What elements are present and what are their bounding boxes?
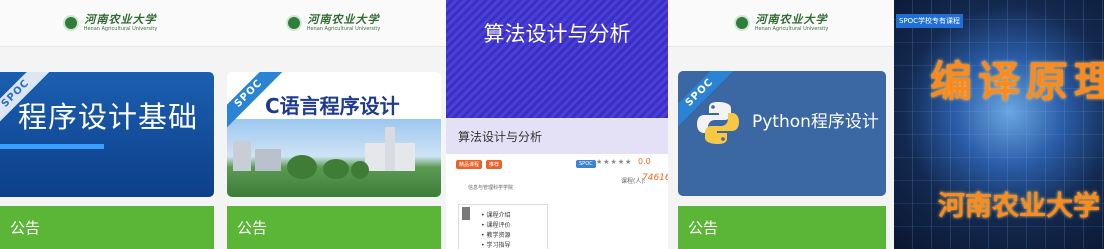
course-card-algorithms[interactable]: 算法设计与分析 算法设计与分析 精品课程 推荐 SPOC ★★★★★ 0.0 课… (446, 0, 668, 249)
course-cover[interactable]: SPOC C语言程序设计 (227, 72, 441, 197)
tree (287, 155, 317, 179)
course-cover[interactable]: SPOC Python程序设计 (678, 71, 886, 196)
course-title: 程序设计基础 (18, 100, 199, 134)
logo-english: Henan Agricultural University (306, 26, 381, 32)
notice-button[interactable]: 公告 (227, 206, 441, 249)
school-name: 信息与管理科学学院 (468, 185, 514, 191)
university-logo: 河南农业大学 Henan Agricultural University (733, 13, 829, 32)
course-card-compiler[interactable]: SPOC学校专有课程 编译原理 河南农业大学 (894, 0, 1104, 249)
logo-english: Henan Agricultural University (754, 26, 829, 32)
logo-chinese: 河南农业大学 (84, 13, 157, 26)
university-seal-icon (733, 15, 750, 31)
menu-item[interactable]: 课程评价 (481, 221, 510, 231)
university-logo: 河南农业大学 Henan Agricultural University (62, 13, 158, 32)
university-seal-icon (62, 15, 79, 31)
logo-english: Henan Agricultural University (83, 26, 158, 32)
course-cover[interactable]: SPOC 程序设计基础 (0, 72, 214, 197)
notice-button[interactable]: 公告 (0, 206, 214, 249)
book-icon (462, 207, 470, 220)
notice-button[interactable]: 公告 (678, 206, 886, 249)
school-name: 河南农业大学 (938, 191, 1100, 222)
tag: 推荐 (486, 160, 503, 169)
course-menu: 课程介绍 课程评价 教学资源 学习指导 (458, 204, 548, 249)
logo-chinese: 河南农业大学 (755, 13, 828, 26)
course-card-c-language[interactable]: 河南农业大学 Henan Agricultural University SPO… (220, 0, 446, 249)
tree (323, 159, 349, 179)
star-rating-icon: ★★★★★ (596, 158, 633, 166)
banner-title: 算法设计与分析 (483, 22, 631, 46)
menu-item[interactable]: 课程介绍 (481, 211, 510, 221)
university-header: 河南农业大学 Henan Agricultural University (220, 0, 446, 47)
university-seal-icon (285, 15, 302, 31)
campus-photo (227, 119, 441, 197)
rating-score: 0.0 (638, 157, 651, 166)
campus-building (255, 149, 281, 171)
python-logo-icon (697, 102, 739, 144)
campus-building (233, 141, 251, 171)
university-header: 河南农业大学 Henan Agricultural University (668, 0, 894, 47)
menu-item[interactable]: 教学资源 (481, 231, 510, 241)
decorative-stripe (0, 144, 104, 149)
menu-item[interactable]: 学习指导 (481, 241, 510, 249)
spoc-tag: SPOC (576, 160, 596, 168)
university-header: 河南农业大学 Henan Agricultural University (0, 0, 220, 47)
campus-tower (385, 127, 395, 171)
tree (351, 161, 369, 179)
learners-count: 74616 (642, 173, 668, 183)
course-card-programming-basics[interactable]: 河南农业大学 Henan Agricultural University SPO… (0, 0, 220, 249)
course-title: Python程序设计 (752, 112, 879, 132)
course-card-python[interactable]: 河南农业大学 Henan Agricultural University SPO… (668, 0, 894, 249)
university-logo: 河南农业大学 Henan Agricultural University (285, 13, 381, 32)
course-title: 编译原理 (930, 57, 1104, 106)
logo-chinese: 河南农业大学 (307, 13, 380, 26)
course-title: C语言程序设计 (265, 94, 400, 118)
spoc-tag: SPOC学校专有课程 (896, 14, 964, 28)
course-title: 算法设计与分析 (458, 130, 543, 144)
tag-row: 精品课程 推荐 (456, 160, 503, 169)
tag: 精品课程 (456, 160, 483, 169)
